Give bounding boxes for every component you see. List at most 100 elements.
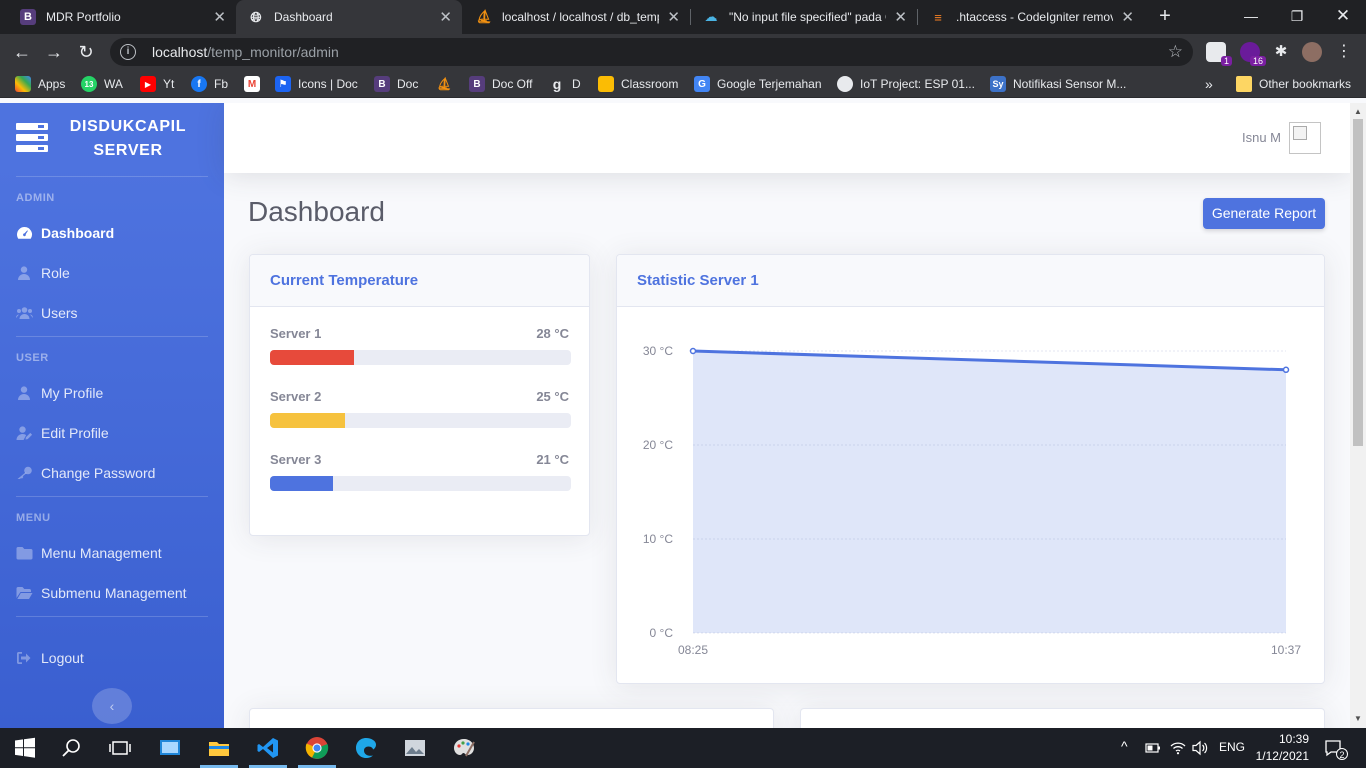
browser-menu-icon[interactable]: ⋮ [1334, 42, 1354, 62]
search-icon[interactable] [60, 736, 84, 760]
bookmark-google-terjemahan[interactable]: G Google Terjemahan [694, 75, 822, 93]
bookmark-d[interactable]: gD [549, 75, 581, 93]
wifi-icon[interactable] [1170, 740, 1186, 756]
bookmark-icons-doc[interactable]: ⚑ Icons | Doc [275, 75, 358, 93]
bookmark-label: Doc Off [492, 77, 533, 91]
sidebar-item-my-profile[interactable]: My Profile [0, 373, 224, 413]
bookmark-other-bookmarks[interactable]: Other bookmarks [1236, 75, 1351, 93]
server-icon [16, 123, 48, 152]
sy-icon: Sy [990, 76, 1006, 92]
sidebar-item-menu-management[interactable]: Menu Management [0, 533, 224, 573]
browser-tab-phpmyadmin[interactable]: ⛵︎ localhost / localhost / db_temp ✕ [464, 0, 690, 34]
bookmark-star-icon[interactable]: ☆ [1168, 42, 1183, 62]
clock-date[interactable]: 1/12/2021 [1249, 749, 1309, 763]
close-icon[interactable]: ✕ [667, 8, 680, 26]
site-info-icon[interactable]: i [120, 44, 136, 60]
volume-icon[interactable] [1192, 740, 1208, 756]
bookmark-doc-off[interactable]: B Doc Off [469, 75, 532, 93]
bookmark-notifikasi-sensor[interactable]: Sy Notifikasi Sensor M... [990, 75, 1126, 93]
globe-icon: 🌐︎ [250, 8, 262, 25]
phpmyadmin-icon: ⛵︎ [475, 9, 493, 24]
iot-icon [837, 76, 853, 92]
close-icon[interactable]: ✕ [439, 8, 452, 26]
avatar[interactable] [1289, 122, 1321, 154]
control-panel-icon[interactable] [158, 736, 182, 760]
restore-button[interactable]: ❐ [1274, 0, 1320, 34]
profile-avatar[interactable] [1302, 42, 1322, 62]
back-button[interactable]: ← [11, 41, 33, 63]
sidebar-item-logout[interactable]: Logout [0, 638, 224, 678]
browser-tab-htaccess[interactable]: ≡ .htaccess - CodeIgniter removi ✕ [918, 0, 1144, 34]
folder-icon [16, 547, 33, 560]
topbar: Isnu M [224, 103, 1350, 173]
extension-icon[interactable]: 16 [1240, 42, 1266, 66]
whatsapp-icon: 13 [81, 76, 97, 92]
vscode-icon[interactable] [256, 736, 280, 760]
bookmark-fb[interactable]: f Fb [191, 75, 228, 93]
new-tab-button[interactable]: + [1154, 5, 1176, 27]
clock-time[interactable]: 10:39 [1267, 732, 1309, 746]
bookmark-iot-project[interactable]: IoT Project: ESP 01... [837, 75, 975, 93]
close-icon[interactable]: ✕ [1121, 8, 1134, 26]
sidebar-heading-user: USER [16, 352, 49, 364]
browser-tab-strip: B MDR Portfolio ✕ 🌐︎ Dashboard ✕ ⛵︎ loca… [0, 0, 1366, 34]
bookmark-phpmyadmin[interactable]: ⛵︎ [436, 75, 459, 93]
lower-card-left [249, 708, 774, 728]
browser-tab-dashboard[interactable]: 🌐︎ Dashboard ✕ [236, 0, 462, 34]
phpmyadmin-icon: ⛵︎ [436, 77, 452, 91]
bookmark-doc[interactable]: B Doc [374, 75, 418, 93]
scroll-down-arrow-icon[interactable]: ▼ [1354, 714, 1362, 723]
sidebar-toggle-button[interactable]: ‹ [92, 688, 132, 724]
bookmark-classroom[interactable]: Classroom [598, 75, 678, 93]
sidebar-item-dashboard[interactable]: Dashboard [0, 213, 224, 253]
close-icon[interactable]: ✕ [213, 8, 226, 26]
scroll-up-arrow-icon[interactable]: ▲ [1354, 107, 1362, 116]
bookmark-label: Fb [214, 77, 229, 91]
bookmarks-overflow-button[interactable]: » [1205, 75, 1213, 93]
extension-badge: 1 [1220, 56, 1232, 66]
bookmark-yt[interactable]: ▶ Yt [140, 75, 174, 93]
show-hidden-icons-button[interactable]: ^ [1121, 738, 1128, 754]
bookmark-wa[interactable]: 13 WA [81, 75, 123, 93]
sidebar-item-change-password[interactable]: Change Password [0, 453, 224, 493]
topbar-user-name[interactable]: Isnu M [1242, 130, 1281, 145]
sidebar-heading-admin: ADMIN [16, 192, 55, 204]
user-icon [18, 386, 30, 400]
user-tie-icon [18, 266, 30, 280]
scrollbar-thumb[interactable] [1353, 119, 1363, 446]
server-1-label: Server 1 [270, 326, 322, 341]
sidebar-item-label: Logout [41, 650, 84, 666]
bookmark-gmail[interactable]: M [244, 75, 267, 93]
browser-tab-mdr-portfolio[interactable]: B MDR Portfolio ✕ [8, 0, 236, 34]
minimize-button[interactable]: — [1228, 0, 1274, 34]
sidebar-item-users[interactable]: Users [0, 293, 224, 333]
calendar-extension-icon[interactable]: 1 [1206, 42, 1232, 66]
bookmark-label: Yt [163, 77, 175, 91]
reload-button[interactable]: ↻ [75, 41, 97, 63]
stackoverflow-icon: ≡ [934, 9, 942, 25]
chrome-icon[interactable] [305, 736, 329, 760]
sidebar-item-submenu-management[interactable]: Submenu Management [0, 573, 224, 613]
forward-button[interactable]: → [43, 41, 65, 63]
window-close-button[interactable]: ✕ [1320, 0, 1366, 34]
page-scrollbar[interactable]: ▲ ▼ [1350, 103, 1366, 728]
bookmark-label: Doc [397, 77, 419, 91]
sidebar-item-role[interactable]: Role [0, 253, 224, 293]
close-icon[interactable]: ✕ [894, 8, 907, 26]
bookmark-label: IoT Project: ESP 01... [860, 77, 975, 91]
sidebar-item-edit-profile[interactable]: Edit Profile [0, 413, 224, 453]
sidebar-brand[interactable]: DISDUKCAPIL SERVER [0, 103, 224, 173]
bookmark-apps[interactable]: Apps [15, 75, 65, 93]
generate-report-button[interactable]: Generate Report [1203, 198, 1325, 229]
file-explorer-icon[interactable] [207, 736, 231, 760]
task-view-icon[interactable] [108, 736, 132, 760]
paint-icon[interactable] [452, 736, 476, 760]
address-bar[interactable]: i localhost/temp_monitor/admin ☆ [110, 38, 1193, 66]
browser-tab-no-input-file[interactable]: ☁︎ "No input file specified" pada C ✕ [691, 0, 917, 34]
input-language-indicator[interactable]: ENG [1219, 740, 1245, 754]
puzzle-extensions-icon[interactable]: ✱ [1271, 42, 1291, 62]
battery-icon[interactable] [1145, 741, 1161, 755]
edge-icon[interactable] [354, 736, 378, 760]
photos-app-icon[interactable] [403, 736, 427, 760]
windows-start-icon[interactable] [13, 736, 37, 760]
